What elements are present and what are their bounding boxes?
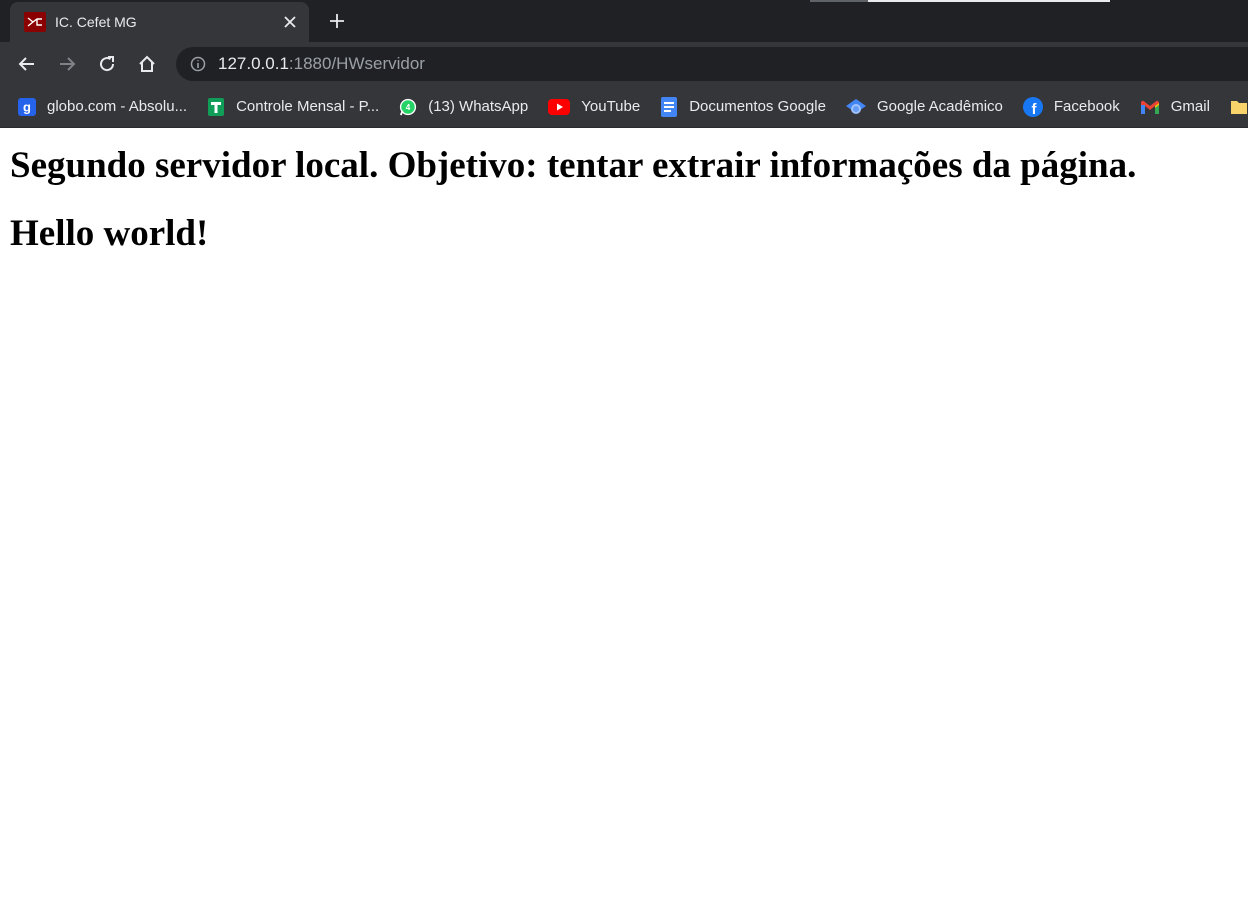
tab-strip: IC. Cefet MG [0, 0, 1248, 42]
bookmark-youtube[interactable]: YouTube [548, 98, 640, 116]
docs-icon [660, 96, 678, 117]
address-bar[interactable]: 127.0.0.1:1880/HWservidor [176, 47, 1248, 81]
page-heading: Segundo servidor local. Objetivo: tentar… [10, 145, 1137, 186]
bookmark-controle-mensal[interactable]: Controle Mensal - P... [207, 97, 380, 116]
browser-tab[interactable]: IC. Cefet MG [10, 2, 309, 42]
arrow-right-icon [60, 57, 76, 71]
bookmark-label: Google Acadêmico [876, 98, 1003, 115]
bookmark-label: Documentos Google [689, 98, 826, 115]
bookmark-documentos-google[interactable]: Documentos Google [660, 96, 826, 117]
bookmark-label: Facebook [1053, 98, 1120, 115]
node-red-favicon-icon [24, 12, 46, 32]
page-content: Segundo servidor local. Objetivo: tentar… [0, 128, 1248, 288]
scholar-icon [845, 98, 866, 116]
bookmark-label: globo.com - Absolu... [47, 98, 188, 115]
gmail-icon [1140, 98, 1160, 116]
svg-text:g: g [23, 99, 31, 114]
home-button[interactable] [131, 48, 163, 80]
bookmark-facebook[interactable]: f Facebook [1022, 96, 1120, 117]
facebook-icon: f [1022, 96, 1043, 117]
hello-heading: Hello world! [10, 213, 209, 254]
tab-title: IC. Cefet MG [55, 14, 137, 30]
bookmark-label: Gmail [1170, 98, 1210, 115]
folder-icon [1230, 98, 1248, 116]
bookmarks-bar: g globo.com - Absolu... Controle Mensal … [0, 86, 1248, 128]
bookmark-whatsapp[interactable]: 4 (13) WhatsApp [399, 98, 528, 116]
arrow-left-icon [18, 57, 34, 71]
bookmark-folder[interactable] [1230, 98, 1248, 116]
bookmark-globo[interactable]: g globo.com - Absolu... [18, 97, 188, 116]
bookmark-google-academico[interactable]: Google Acadêmico [845, 98, 1003, 116]
new-tab-button[interactable] [325, 9, 349, 33]
whatsapp-icon: 4 [399, 98, 417, 116]
reload-icon [100, 56, 115, 72]
bookmark-gmail[interactable]: Gmail [1140, 98, 1210, 116]
url-host: 127.0.0.1 [218, 54, 289, 73]
globo-icon: g [18, 97, 36, 116]
sheets-icon [207, 97, 225, 116]
window-top-accent [810, 0, 1110, 2]
home-icon [139, 55, 155, 72]
forward-button[interactable] [51, 48, 83, 80]
reload-button[interactable] [91, 48, 123, 80]
bookmark-label: (13) WhatsApp [428, 98, 529, 115]
bookmark-label: YouTube [581, 98, 641, 115]
info-icon[interactable] [189, 55, 207, 73]
bookmark-label: Controle Mensal - P... [236, 98, 380, 115]
tab-close-icon[interactable] [280, 12, 300, 32]
url-path: :1880/HWservidor [288, 54, 425, 73]
back-button[interactable] [11, 48, 43, 80]
svg-text:4: 4 [406, 103, 411, 112]
url-text: 127.0.0.1:1880/HWservidor [218, 54, 425, 74]
youtube-icon [548, 98, 571, 116]
browser-toolbar: 127.0.0.1:1880/HWservidor [0, 42, 1248, 86]
